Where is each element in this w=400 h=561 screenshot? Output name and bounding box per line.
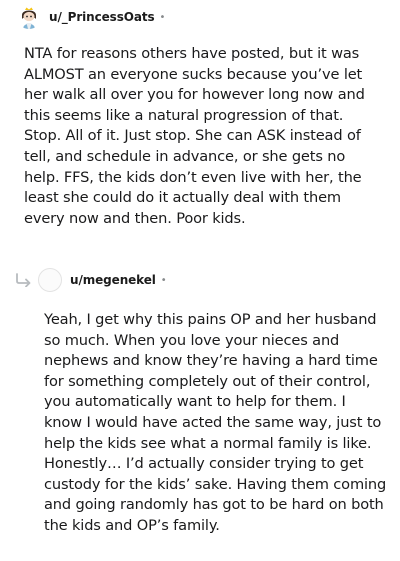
snoo-avatar-icon[interactable]	[17, 5, 41, 29]
reply-comment-header: u/megenekel •	[14, 268, 167, 292]
separator-dot: •	[159, 11, 166, 23]
comment-header: u/_PrincessOats •	[17, 5, 165, 29]
reply-arrow-icon	[16, 273, 31, 287]
default-avatar-icon[interactable]	[38, 268, 62, 292]
comment-author-username[interactable]: u/megenekel	[70, 273, 156, 287]
separator-dot: •	[160, 274, 167, 286]
comment-text: NTA for reasons others have posted, but …	[24, 45, 365, 227]
comment-author-username[interactable]: u/_PrincessOats	[49, 10, 155, 24]
comment-text: Yeah, I get why this pains OP and her hu…	[44, 311, 387, 534]
